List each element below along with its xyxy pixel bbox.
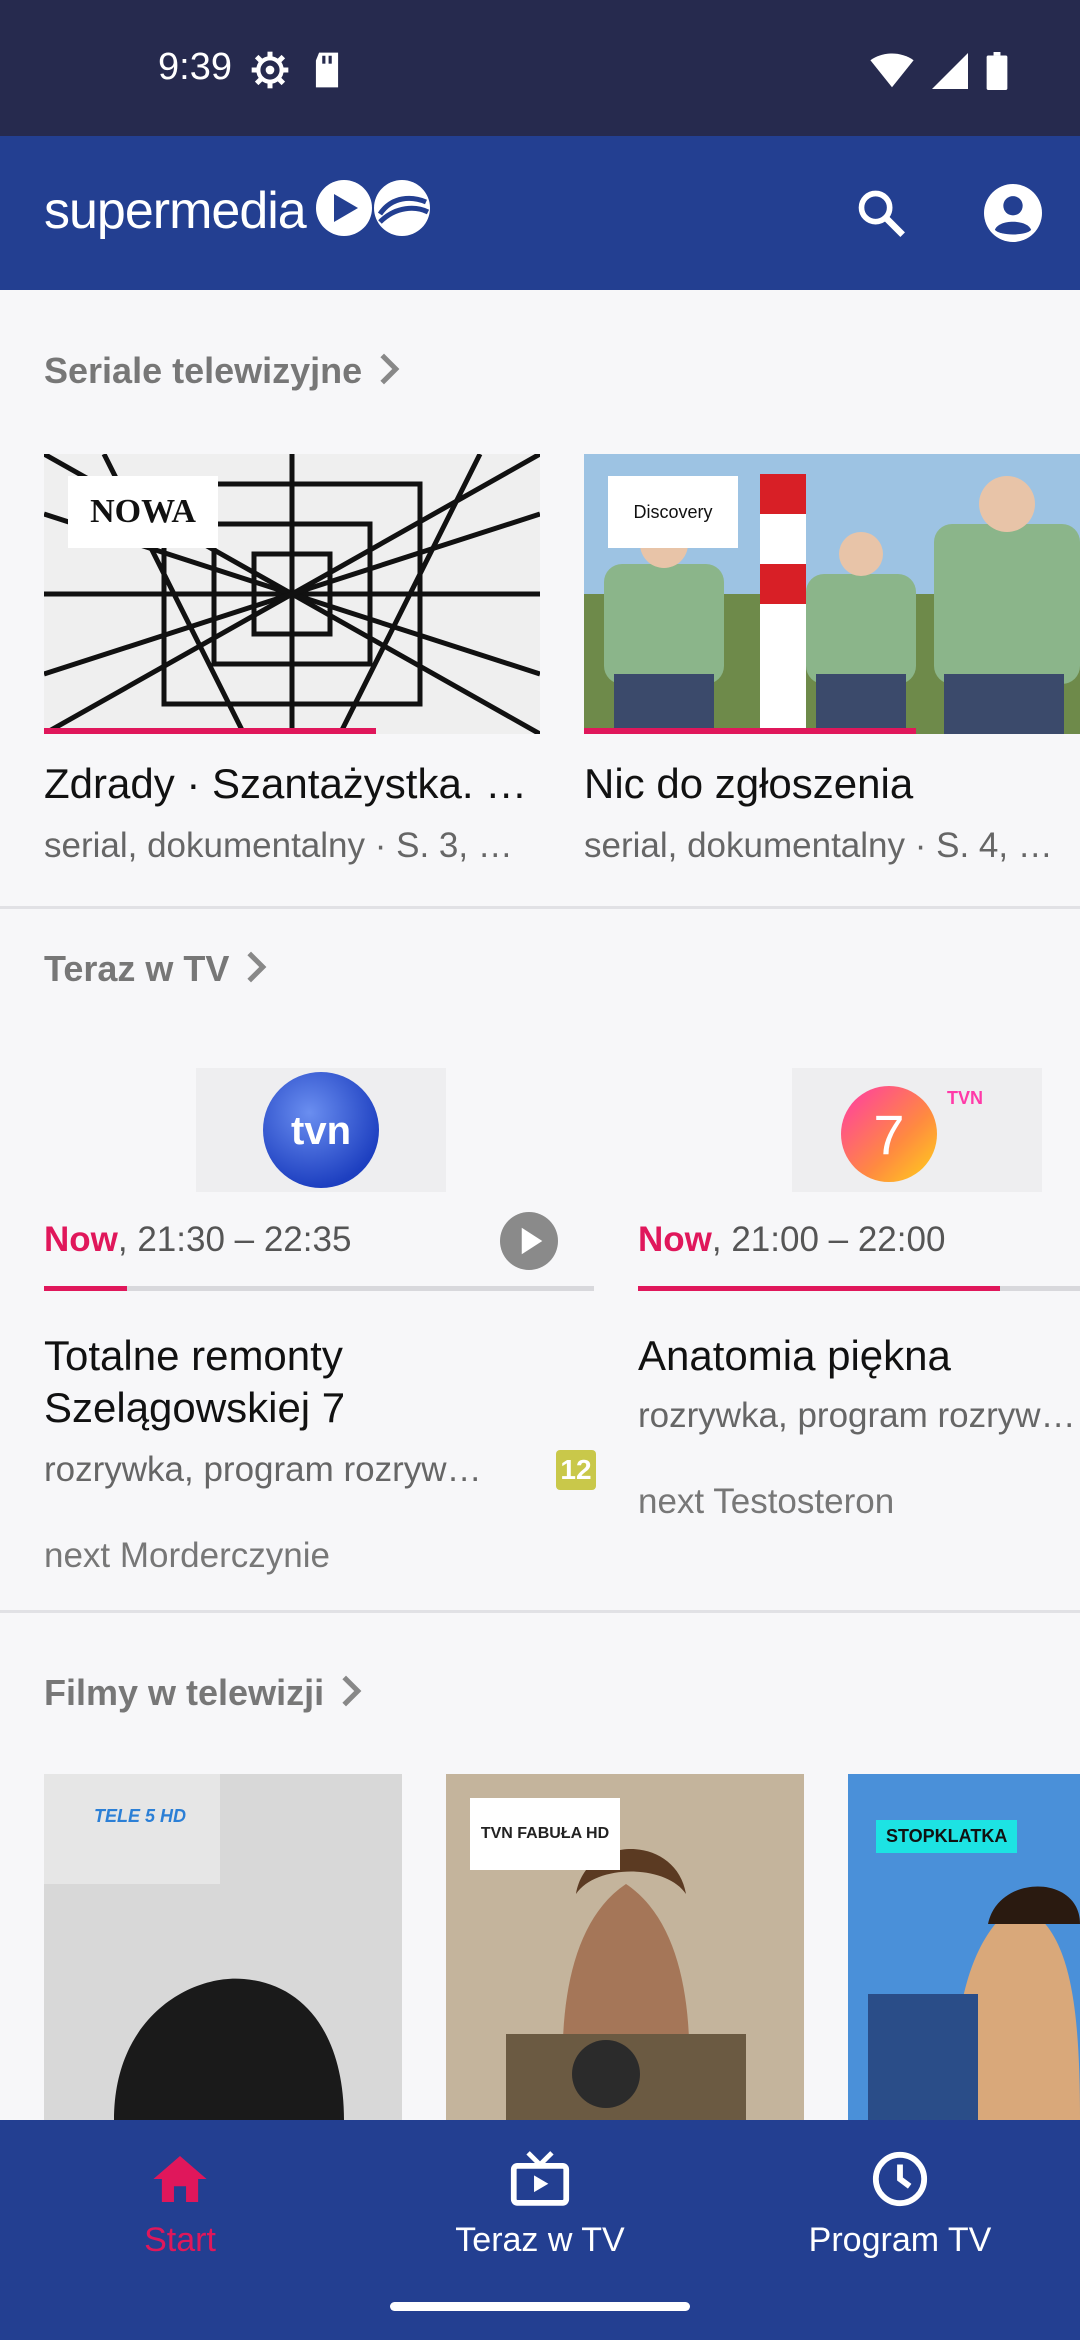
- account-icon: [984, 183, 1042, 247]
- play-icon: [500, 1212, 558, 1274]
- logo-mark-icon: [312, 176, 440, 245]
- section-header-now-tv[interactable]: Teraz w TV: [44, 948, 267, 990]
- clock-icon: [871, 2150, 929, 2213]
- channel-logo-discovery: Discovery: [608, 476, 738, 548]
- now-tv-card[interactable]: tvn Now, 21:30 – 22:35 Totalne remonty S…: [0, 1060, 600, 1600]
- supermedia-logo[interactable]: supermedia: [44, 176, 440, 245]
- nav-program-tv[interactable]: Program TV: [720, 2150, 1080, 2260]
- cell-signal-icon: [932, 53, 968, 94]
- broadcast-time: , 21:00 – 22:00: [711, 1220, 946, 1259]
- settings-icon: [250, 50, 290, 95]
- series-card[interactable]: NOWA Zdrady · Szantażystka. … serial, do…: [44, 454, 540, 866]
- app-bar: supermedia: [0, 136, 1080, 290]
- svg-text:tvn: tvn: [291, 1109, 351, 1153]
- series-subtitle: serial, dokumentalny · S. 4, …: [584, 826, 1053, 865]
- home-icon: [151, 2150, 209, 2213]
- channel-logo-tvn7: 7 TVN: [792, 1068, 1042, 1192]
- watch-progress-bar: [44, 728, 377, 734]
- age-rating-badge: 12: [556, 1450, 596, 1490]
- tv-icon: [509, 2150, 571, 2213]
- movie-poster[interactable]: TELE 5 HD: [44, 1774, 402, 2120]
- program-title: Anatomia piękna: [638, 1332, 951, 1379]
- nav-now-tv[interactable]: Teraz w TV: [360, 2150, 720, 2260]
- nav-label: Program TV: [808, 2221, 992, 2259]
- movie-poster[interactable]: STOPKLATKA: [848, 1774, 1080, 2120]
- channel-logo-tvn: tvn: [196, 1068, 446, 1192]
- program-title: Totalne remonty Szelągowskiej 7: [44, 1332, 346, 1431]
- broadcast-progress-bar: [638, 1286, 1080, 1291]
- wifi-icon: [870, 53, 914, 94]
- status-bar: 9:39: [0, 0, 1080, 136]
- broadcast-time: , 21:30 – 22:35: [117, 1220, 352, 1259]
- section-divider: [0, 1610, 1080, 1613]
- play-button[interactable]: [500, 1212, 558, 1275]
- account-button[interactable]: [978, 180, 1048, 250]
- channel-logo-tele5: TELE 5 HD: [94, 1806, 187, 1826]
- series-title: Nic do zgłoszenia: [584, 760, 914, 807]
- section-header-series[interactable]: Seriale telewizyjne: [44, 350, 400, 392]
- program-subtitle: rozrywka, program rozryw…: [44, 1450, 482, 1489]
- chevron-right-icon: [378, 352, 400, 391]
- nav-label: Teraz w TV: [455, 2221, 625, 2259]
- next-program: next Morderczynie: [44, 1536, 330, 1575]
- svg-text:TVN: TVN: [947, 1088, 983, 1108]
- section-header-movies[interactable]: Filmy w telewizji: [44, 1672, 362, 1714]
- broadcast-progress-bar: [44, 1286, 594, 1291]
- section-title: Filmy w telewizji: [44, 1672, 325, 1713]
- search-button[interactable]: [846, 180, 916, 250]
- search-icon: [855, 187, 907, 244]
- now-label: Now: [638, 1220, 712, 1259]
- series-card[interactable]: Discovery Nic do zgłoszenia serial, doku…: [584, 454, 1080, 866]
- watch-progress-bar: [584, 728, 917, 734]
- series-thumbnail: Discovery: [584, 454, 1080, 734]
- channel-logo-nowa: NOWA: [68, 476, 218, 548]
- section-divider: [0, 906, 1080, 909]
- nav-start[interactable]: Start: [0, 2150, 360, 2260]
- now-time-line: Now, 21:30 – 22:35: [44, 1220, 351, 1260]
- chevron-right-icon: [245, 950, 267, 989]
- svg-text:7: 7: [873, 1103, 904, 1166]
- now-tv-card[interactable]: 7 TVN Now, 21:00 – 22:00 Anatomia piękna…: [594, 1060, 1080, 1600]
- chevron-right-icon: [340, 1674, 362, 1713]
- nav-label: Start: [144, 2221, 216, 2259]
- channel-logo-stopklatka: STOPKLATKA: [876, 1820, 1018, 1853]
- channel-logo-tvn-fabula: TVN FABUŁA HD: [470, 1798, 620, 1870]
- now-label: Now: [44, 1220, 118, 1259]
- status-time: 9:39: [158, 46, 232, 88]
- series-thumbnail: NOWA: [44, 454, 540, 734]
- series-title: Zdrady · Szantażystka. …: [44, 760, 528, 807]
- now-time-line: Now, 21:00 – 22:00: [638, 1220, 945, 1260]
- movie-poster[interactable]: TVN FABUŁA HD: [446, 1774, 804, 2120]
- next-program: next Testosteron: [638, 1482, 895, 1521]
- section-title: Teraz w TV: [44, 948, 230, 989]
- sd-card-icon: [310, 51, 344, 94]
- program-subtitle: rozrywka, program rozryw…: [638, 1396, 1076, 1435]
- battery-icon: [986, 52, 1008, 95]
- home-indicator[interactable]: [390, 2302, 690, 2311]
- series-subtitle: serial, dokumentalny · S. 3, …: [44, 826, 513, 865]
- logo-text: supermedia: [44, 181, 307, 240]
- section-title: Seriale telewizyjne: [44, 350, 363, 391]
